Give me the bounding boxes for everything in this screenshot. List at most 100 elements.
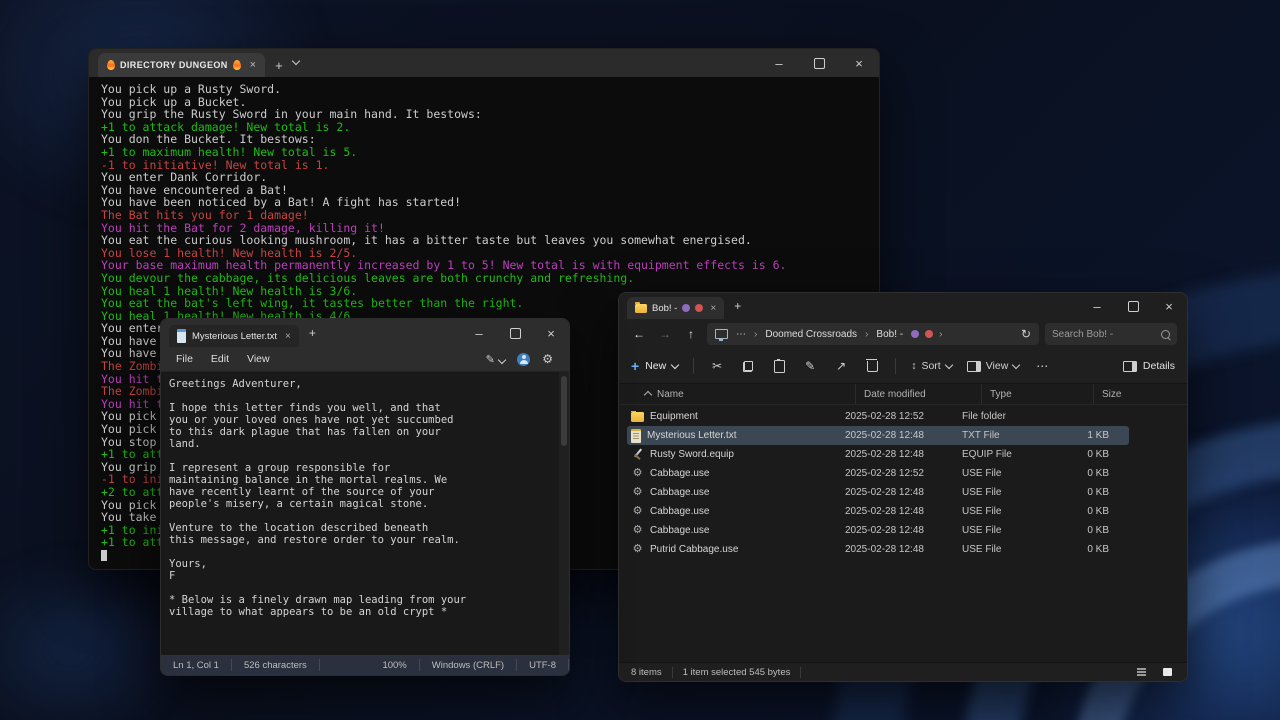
terminal-titlebar[interactable]: DIRECTORY DUNGEON × + – × bbox=[89, 49, 879, 77]
minimize-button[interactable]: – bbox=[759, 49, 799, 77]
this-pc-icon bbox=[715, 329, 728, 339]
file-name: Equipment bbox=[650, 411, 698, 422]
search-icon bbox=[1161, 330, 1170, 339]
file-row[interactable]: Cabbage.use2025-02-28 12:52USE File0 KB bbox=[627, 464, 1129, 483]
explorer-titlebar[interactable]: Bob! - × + – × bbox=[619, 293, 1187, 319]
column-header-size[interactable]: Size bbox=[1093, 384, 1164, 404]
minimize-button[interactable]: – bbox=[1079, 293, 1115, 319]
maximize-icon bbox=[510, 328, 521, 339]
file-row[interactable]: Rusty Sword.equip2025-02-28 12:48EQUIP F… bbox=[627, 445, 1129, 464]
imp-emoji-icon bbox=[695, 304, 703, 312]
status-spacer bbox=[320, 659, 371, 671]
minimize-button[interactable]: – bbox=[461, 319, 497, 347]
cut-button[interactable]: ✂ bbox=[709, 359, 725, 373]
letter-text[interactable]: Greetings Adventurer, I hope this letter… bbox=[169, 378, 555, 618]
terminal-line: You enter Dank Corridor. bbox=[101, 171, 867, 184]
share-button[interactable]: ↗ bbox=[833, 359, 849, 373]
new-tab-button[interactable]: + bbox=[309, 326, 316, 340]
file-size: 0 KB bbox=[1057, 468, 1119, 479]
tab-dropdown-button[interactable] bbox=[293, 51, 299, 69]
rename-button[interactable]: ✎ bbox=[802, 359, 818, 373]
address-bar[interactable]: ⋯ › Doomed Crossroads › Bob! - › ↻ bbox=[707, 323, 1039, 345]
plus-icon: + bbox=[631, 358, 639, 374]
new-tab-button[interactable]: + bbox=[734, 299, 741, 313]
breadcrumb-item[interactable]: Bob! - bbox=[874, 328, 905, 341]
details-pane-button[interactable]: Details bbox=[1123, 360, 1175, 372]
file-row[interactable]: Cabbage.use2025-02-28 12:48USE File0 KB bbox=[627, 502, 1129, 521]
line-ending-type[interactable]: Windows (CRLF) bbox=[420, 659, 517, 671]
menu-file[interactable]: File bbox=[167, 350, 202, 368]
gearfile-icon bbox=[631, 486, 644, 499]
refresh-button[interactable]: ↻ bbox=[1021, 327, 1031, 341]
details-view-toggle[interactable] bbox=[1133, 666, 1149, 678]
skull-emoji-icon bbox=[911, 330, 919, 338]
editing-mode-button[interactable]: ✎ bbox=[486, 350, 506, 368]
file-name: Cabbage.use bbox=[650, 487, 710, 498]
forward-button[interactable]: → bbox=[655, 324, 675, 344]
copy-button[interactable] bbox=[740, 361, 756, 372]
terminal-line: The Bat hits you for 1 damage! bbox=[101, 209, 867, 222]
tab-close-button[interactable]: × bbox=[250, 59, 256, 71]
divider bbox=[693, 358, 694, 374]
file-date: 2025-02-28 12:48 bbox=[837, 449, 954, 460]
breadcrumb-collapsed[interactable]: ⋯ bbox=[734, 328, 748, 341]
breadcrumb-separator-icon: › bbox=[865, 329, 868, 340]
column-header-name[interactable]: Name bbox=[627, 384, 855, 404]
close-button[interactable]: × bbox=[1151, 293, 1187, 319]
menu-view[interactable]: View bbox=[238, 350, 279, 368]
tab-close-button[interactable]: × bbox=[710, 303, 716, 314]
trash-icon bbox=[867, 361, 878, 372]
up-button[interactable]: ↑ bbox=[681, 324, 701, 344]
file-name: Rusty Sword.equip bbox=[650, 449, 734, 460]
file-list[interactable]: Equipment2025-02-28 12:52File folderMyst… bbox=[619, 405, 1187, 662]
maximize-button[interactable] bbox=[799, 49, 839, 77]
settings-gear-icon[interactable]: ⚙ bbox=[542, 352, 553, 366]
column-header-type[interactable]: Type bbox=[981, 384, 1093, 404]
tab-close-button[interactable]: × bbox=[285, 331, 291, 342]
new-tab-button[interactable]: + bbox=[275, 58, 283, 73]
terminal-tab[interactable]: DIRECTORY DUNGEON × bbox=[98, 53, 265, 77]
zoom-level[interactable]: 100% bbox=[370, 659, 419, 671]
file-row[interactable]: Mysterious Letter.txt2025-02-28 12:48TXT… bbox=[627, 426, 1129, 445]
close-button[interactable]: × bbox=[839, 49, 879, 77]
file-date: 2025-02-28 12:48 bbox=[837, 544, 954, 555]
close-button[interactable]: × bbox=[533, 319, 569, 347]
sort-button[interactable]: ↕ Sort bbox=[911, 360, 952, 372]
file-row[interactable]: Putrid Cabbage.use2025-02-28 12:48USE Fi… bbox=[627, 540, 1129, 559]
search-box[interactable]: Search Bob! - bbox=[1045, 323, 1177, 345]
more-options-button[interactable]: ⋯ bbox=[1034, 359, 1050, 373]
menu-edit[interactable]: Edit bbox=[202, 350, 238, 368]
column-header-date[interactable]: Date modified bbox=[855, 384, 981, 404]
scrollbar[interactable] bbox=[559, 372, 569, 655]
delete-button[interactable] bbox=[864, 361, 880, 372]
new-button[interactable]: + New bbox=[631, 358, 678, 374]
maximize-icon bbox=[814, 58, 825, 69]
view-button[interactable]: View bbox=[967, 360, 1020, 372]
maximize-button[interactable] bbox=[1115, 293, 1151, 319]
back-button[interactable]: ← bbox=[629, 324, 649, 344]
file-row[interactable]: Cabbage.use2025-02-28 12:48USE File0 KB bbox=[627, 521, 1129, 540]
file-row[interactable]: Cabbage.use2025-02-28 12:48USE File0 KB bbox=[627, 483, 1129, 502]
view-icon bbox=[967, 361, 981, 372]
notepad-titlebar[interactable]: Mysterious Letter.txt × + – × bbox=[161, 319, 569, 347]
flame-icon bbox=[107, 60, 115, 70]
new-label: New bbox=[645, 360, 666, 372]
notepad-tab[interactable]: Mysterious Letter.txt × bbox=[169, 325, 299, 347]
terminal-line: +1 to maximum health! New total is 5. bbox=[101, 146, 867, 159]
file-row[interactable]: Equipment2025-02-28 12:52File folder bbox=[627, 407, 1129, 426]
file-date: 2025-02-28 12:48 bbox=[837, 487, 954, 498]
scrollbar-thumb[interactable] bbox=[561, 376, 567, 446]
paste-button[interactable] bbox=[771, 360, 787, 373]
explorer-tab[interactable]: Bob! - × bbox=[627, 297, 724, 319]
letter-icon bbox=[631, 429, 641, 443]
encoding[interactable]: UTF-8 bbox=[517, 659, 569, 671]
details-pane-icon bbox=[1123, 361, 1137, 372]
notepad-editor[interactable]: Greetings Adventurer, I hope this letter… bbox=[161, 372, 569, 655]
thumbnail-view-toggle[interactable] bbox=[1159, 666, 1175, 678]
maximize-button[interactable] bbox=[497, 319, 533, 347]
gearfile-icon bbox=[631, 505, 644, 518]
account-icon[interactable] bbox=[517, 353, 530, 366]
breadcrumb-item[interactable]: Doomed Crossroads bbox=[763, 328, 859, 341]
file-date: 2025-02-28 12:48 bbox=[837, 430, 954, 441]
explorer-window: Bob! - × + – × ← → ↑ ⋯ › Doomed Crossroa… bbox=[618, 292, 1188, 682]
